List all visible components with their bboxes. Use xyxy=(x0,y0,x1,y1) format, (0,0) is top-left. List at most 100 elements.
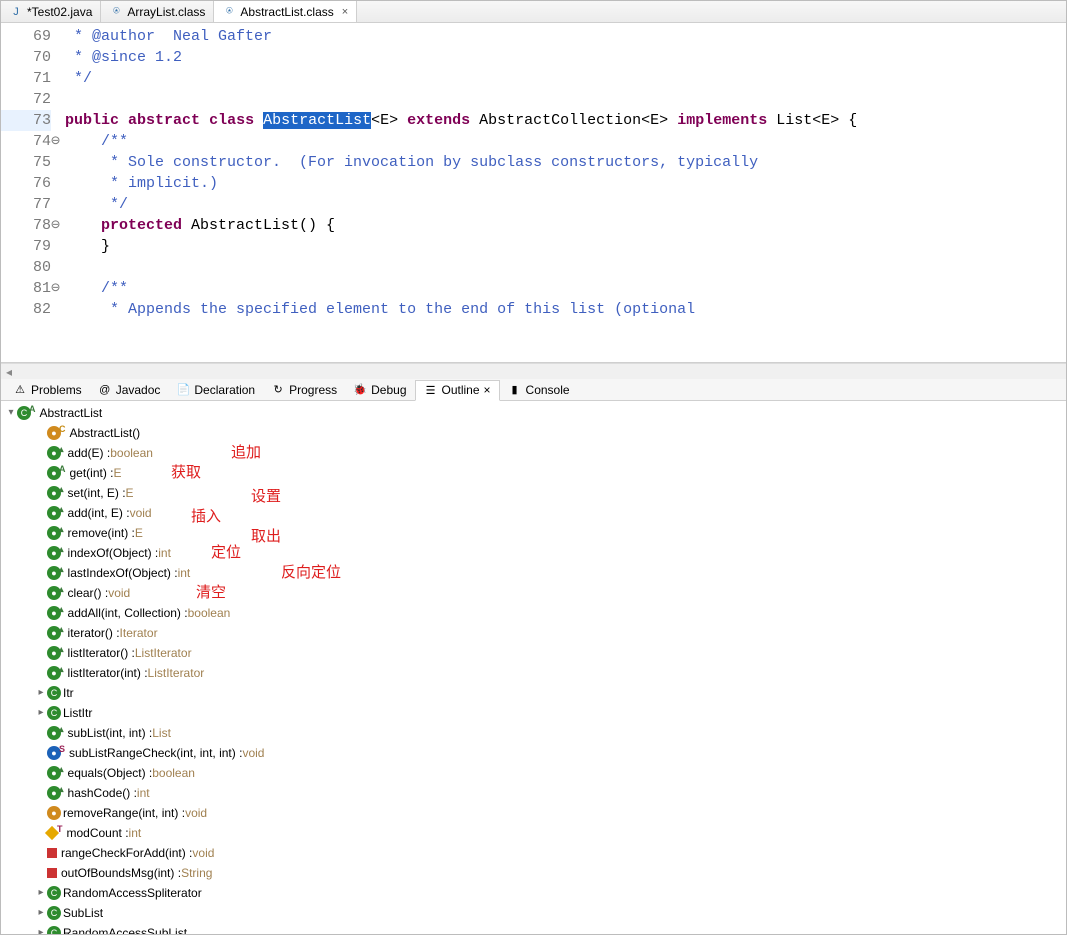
outline-item[interactable]: ●▴hashCode() : int xyxy=(1,783,1066,803)
fold-toggle[interactable]: ⊖ xyxy=(51,278,65,299)
line-number: 73 xyxy=(1,110,51,131)
fold-toggle xyxy=(51,68,65,89)
editor-pane[interactable]: 6970717273747576777879808182 ⊖⊖⊖ * @auth… xyxy=(1,23,1066,363)
close-icon[interactable]: × xyxy=(484,383,491,397)
chevron-right-icon[interactable]: ▸ xyxy=(35,683,47,703)
outline-item[interactable]: ●▴set(int, E) : E xyxy=(1,483,1066,503)
outline-item[interactable]: ●▴addAll(int, Collection) : boolean xyxy=(1,603,1066,623)
outline-icon: ☰ xyxy=(424,383,438,397)
outline-item[interactable]: ●CAbstractList() xyxy=(1,423,1066,443)
code-line[interactable]: } xyxy=(65,236,1066,257)
outline-item[interactable]: ●Aget(int) : E xyxy=(1,463,1066,483)
overlay-icon: ▴ xyxy=(59,599,64,619)
line-number: 70 xyxy=(1,47,51,68)
outline-item[interactable]: ●removeRange(int, int) : void xyxy=(1,803,1066,823)
outline-item-name: clear() : xyxy=(68,583,109,603)
view-tab-label: Progress xyxy=(289,383,337,397)
code-line[interactable]: protected AbstractList() { xyxy=(65,215,1066,236)
close-icon[interactable]: × xyxy=(342,6,348,18)
outline-view[interactable]: ▾CAAbstractList●CAbstractList()●▴add(E) … xyxy=(1,401,1066,934)
code-line[interactable]: /** xyxy=(65,278,1066,299)
outline-item[interactable]: ●SsubListRangeCheck(int, int, int) : voi… xyxy=(1,743,1066,763)
view-tab-debug[interactable]: 🐞Debug xyxy=(345,379,414,400)
outline-item[interactable]: ▸CRandomAccessSpliterator xyxy=(1,883,1066,903)
line-number: 72 xyxy=(1,89,51,110)
outline-item[interactable]: ▸CListItr xyxy=(1,703,1066,723)
editor-tab-1[interactable]: ⍟ArrayList.class xyxy=(101,1,214,22)
fold-toggle[interactable]: ⊖ xyxy=(51,131,65,152)
code-area[interactable]: * @author Neal Gafter * @since 1.2 */ pub… xyxy=(65,23,1066,362)
editor-tab-0[interactable]: J*Test02.java xyxy=(1,1,101,22)
java-file-icon: J xyxy=(9,5,23,19)
chevron-down-icon[interactable]: ▾ xyxy=(5,403,17,423)
code-line[interactable]: */ xyxy=(65,194,1066,215)
outline-item[interactable]: ▸CRandomAccessSubList xyxy=(1,923,1066,934)
outline-item[interactable]: ●▴listIterator(int) : ListIterator xyxy=(1,663,1066,683)
fold-toggle xyxy=(51,47,65,68)
outline-item[interactable]: TmodCount : int xyxy=(1,823,1066,843)
overlay-icon: ▴ xyxy=(59,519,64,539)
fold-toggle xyxy=(51,89,65,110)
outline-item[interactable]: ●▴iterator() : Iterator xyxy=(1,623,1066,643)
view-tab-problems[interactable]: ⚠Problems xyxy=(5,379,90,400)
overlay-icon: ▴ xyxy=(59,579,64,599)
outline-item[interactable]: ●▴remove(int) : E xyxy=(1,523,1066,543)
code-line[interactable]: * @author Neal Gafter xyxy=(65,26,1066,47)
code-line[interactable]: * Appends the specified element to the e… xyxy=(65,299,1066,320)
outline-item[interactable]: ●▴lastIndexOf(Object) : int xyxy=(1,563,1066,583)
code-line[interactable]: /** xyxy=(65,131,1066,152)
outline-item[interactable]: ●▴add(int, E) : void xyxy=(1,503,1066,523)
outline-item[interactable]: ●▴indexOf(Object) : int xyxy=(1,543,1066,563)
code-line[interactable] xyxy=(65,89,1066,110)
folding-column[interactable]: ⊖ ⊖ ⊖ xyxy=(51,23,65,362)
view-tab-javadoc[interactable]: @Javadoc xyxy=(90,379,169,400)
outline-item[interactable]: outOfBoundsMsg(int) : String xyxy=(1,863,1066,883)
outline-item-return: void xyxy=(192,843,214,863)
code-line[interactable]: public abstract class AbstractList<E> ex… xyxy=(65,110,1066,131)
outline-item[interactable]: ●▴equals(Object) : boolean xyxy=(1,763,1066,783)
outline-item[interactable]: ▸CSubList xyxy=(1,903,1066,923)
annotation-text: 插入 xyxy=(191,505,221,526)
overlay-icon: ▴ xyxy=(59,779,64,799)
fold-toggle[interactable]: ⊖ xyxy=(51,215,65,236)
chevron-right-icon[interactable]: ▸ xyxy=(35,703,47,723)
overlay-icon: ▴ xyxy=(59,759,64,779)
annotation-text: 追加 xyxy=(231,441,261,462)
outline-item-return: void xyxy=(185,803,207,823)
outline-item[interactable]: ●▴listIterator() : ListIterator xyxy=(1,643,1066,663)
code-line[interactable] xyxy=(65,257,1066,278)
overlay-icon: ▴ xyxy=(59,479,64,499)
view-tab-label: Declaration xyxy=(194,383,255,397)
view-tab-outline[interactable]: ☰Outline × xyxy=(415,380,500,401)
declaration-icon: 📄 xyxy=(176,383,190,397)
line-number: 81 xyxy=(1,278,51,299)
outline-item[interactable]: ●▴clear() : void xyxy=(1,583,1066,603)
view-tab-progress[interactable]: ↻ Progress xyxy=(263,379,345,400)
outline-root-label: AbstractList xyxy=(40,403,103,423)
overlay-icon: C xyxy=(59,419,66,439)
outline-item[interactable]: ●▴add(E) : boolean xyxy=(1,443,1066,463)
code-line[interactable]: * Sole constructor. (For invocation by s… xyxy=(65,152,1066,173)
console-icon: ▮ xyxy=(508,383,522,397)
chevron-right-icon[interactable]: ▸ xyxy=(35,903,47,923)
class-icon: C xyxy=(47,706,61,720)
outline-item[interactable]: rangeCheckForAdd(int) : void xyxy=(1,843,1066,863)
scroll-left-icon[interactable]: ◂ xyxy=(1,365,17,379)
outline-item-name: addAll(int, Collection) : xyxy=(68,603,188,623)
editor-tab-2[interactable]: ⍟AbstractList.class× xyxy=(214,1,357,22)
progress-icon: ↻ xyxy=(271,383,285,397)
chevron-right-icon[interactable]: ▸ xyxy=(35,923,47,934)
outline-item[interactable]: ●▴subList(int, int) : List xyxy=(1,723,1066,743)
code-line[interactable]: * @since 1.2 xyxy=(65,47,1066,68)
line-number: 79 xyxy=(1,236,51,257)
view-tab-declaration[interactable]: 📄 Declaration xyxy=(168,379,263,400)
editor-hscroll[interactable]: ◂ xyxy=(1,363,1066,379)
code-line[interactable]: * implicit.) xyxy=(65,173,1066,194)
view-tab-console[interactable]: ▮Console xyxy=(500,379,578,400)
chevron-right-icon[interactable]: ▸ xyxy=(35,883,47,903)
outline-item-return: int xyxy=(137,783,150,803)
outline-root[interactable]: ▾CAAbstractList xyxy=(1,403,1066,423)
overlay-icon: ▴ xyxy=(59,439,64,459)
code-line[interactable]: */ xyxy=(65,68,1066,89)
outline-item[interactable]: ▸CItr xyxy=(1,683,1066,703)
